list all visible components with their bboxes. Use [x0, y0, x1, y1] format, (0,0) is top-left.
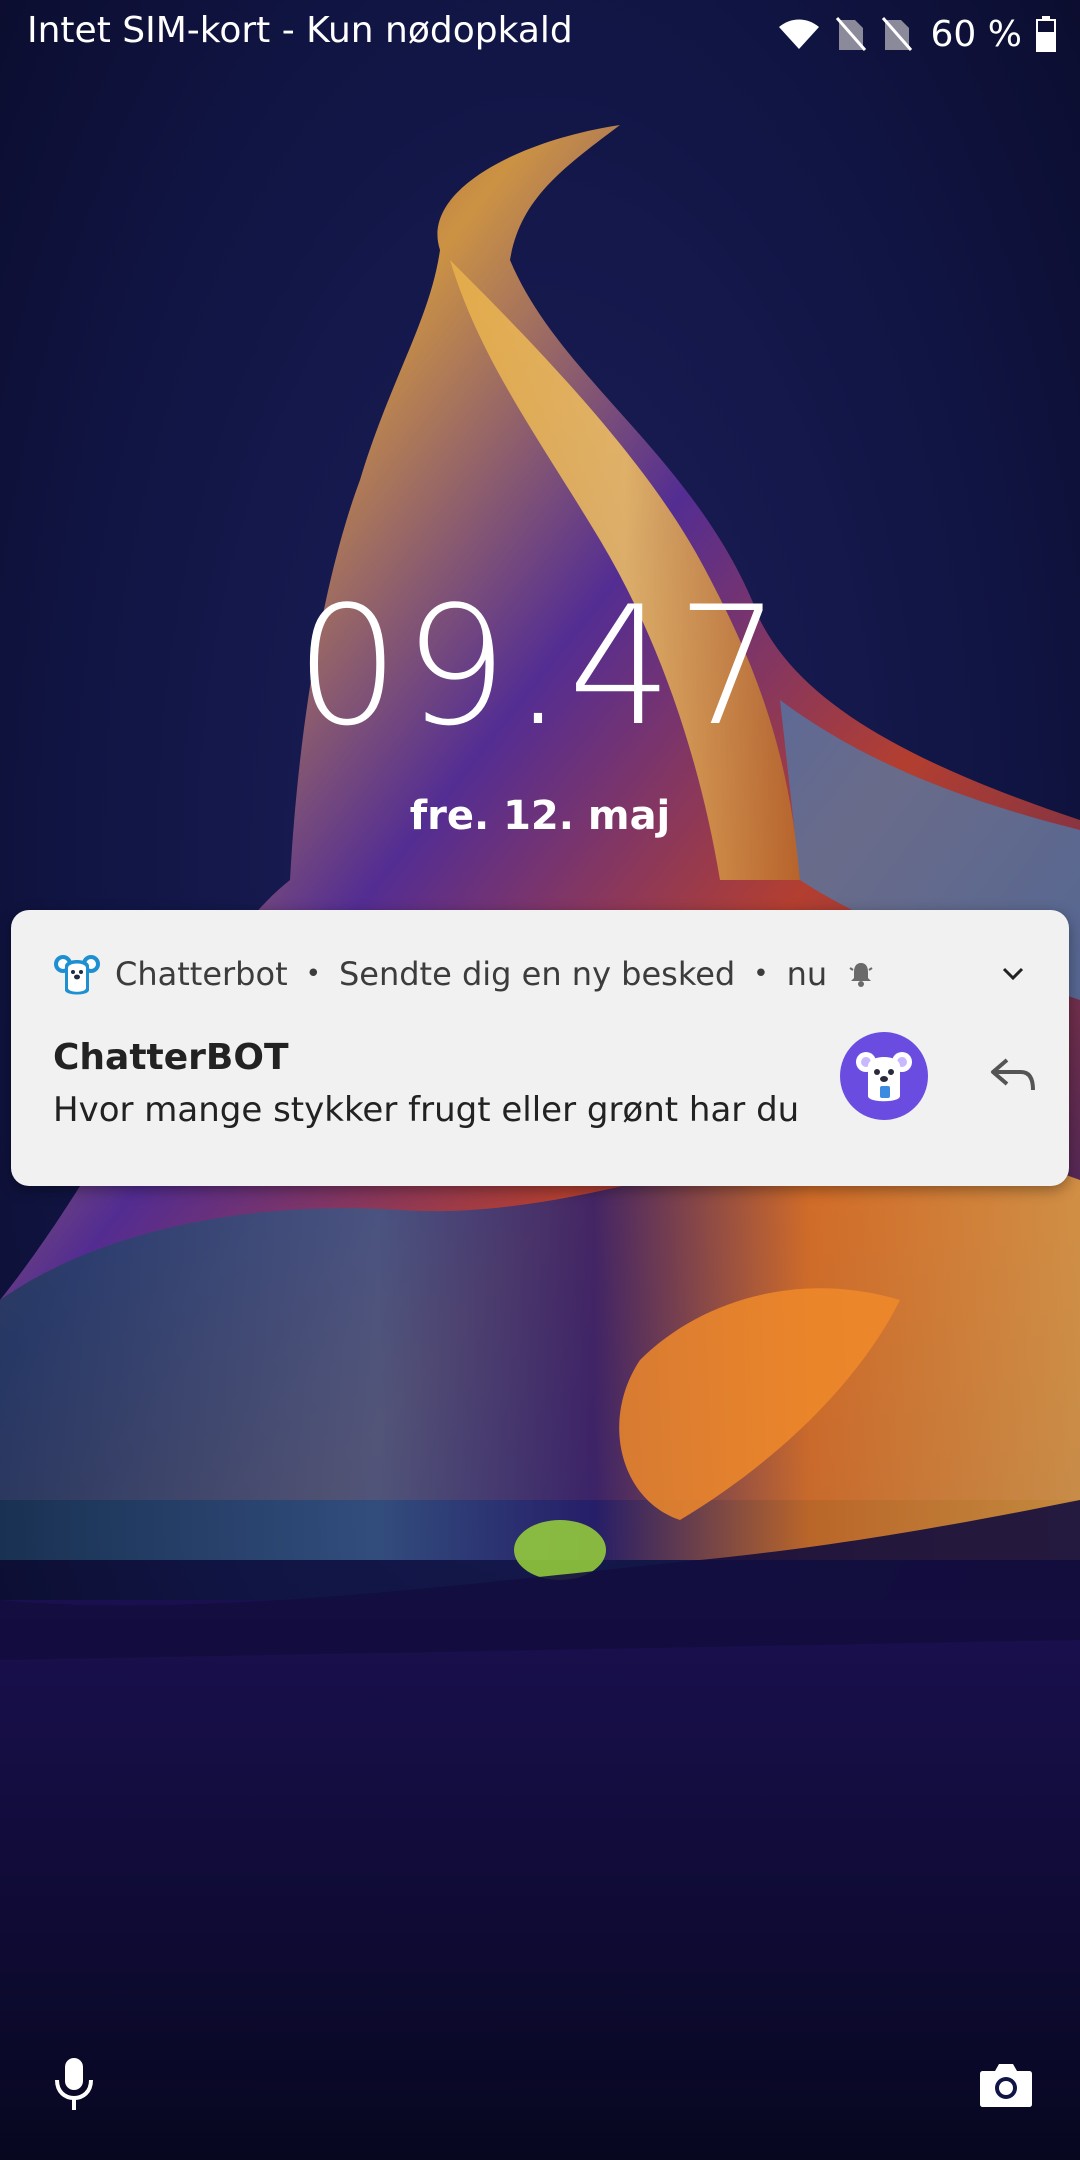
notification-time: nu	[786, 955, 828, 993]
notification-title: ChatterBOT	[53, 1037, 289, 1078]
carrier-status-text: Intet SIM-kort - Kun nødopkald	[27, 10, 573, 51]
koala-app-icon	[53, 950, 101, 998]
status-icons: 60 %	[777, 10, 1056, 58]
wifi-icon	[777, 17, 821, 51]
chevron-down-icon[interactable]	[997, 958, 1029, 990]
lockscreen-clock: 09.47	[295, 571, 785, 762]
camera-icon	[980, 2064, 1032, 2107]
battery-icon	[1036, 16, 1056, 52]
reply-icon	[991, 1058, 1035, 1091]
notification-app-name: Chatterbot	[115, 955, 288, 993]
lockscreen-date: fre. 12. maj	[409, 793, 671, 839]
camera-shortcut-button[interactable]	[976, 2058, 1036, 2110]
reply-button[interactable]	[983, 1044, 1043, 1104]
notification-header: Chatterbot • Sendte dig en ny besked • n…	[53, 950, 875, 998]
notification-subtext: Sendte dig en ny besked	[338, 955, 736, 993]
status-bar: Intet SIM-kort - Kun nødopkald 60 %	[0, 0, 1080, 66]
separator-dot: •	[753, 959, 769, 989]
no-sim-icon	[835, 16, 867, 52]
sender-avatar	[840, 1032, 928, 1120]
koala-avatar-icon	[856, 1052, 912, 1102]
notification-text: Hvor mange stykker frugt eller grønt har…	[53, 1090, 813, 1130]
microphone-icon	[55, 2058, 93, 2110]
separator-dot: •	[305, 959, 321, 989]
voice-assist-button[interactable]	[44, 2052, 104, 2116]
bell-icon	[847, 960, 875, 988]
no-sim-icon	[881, 16, 913, 52]
notification-card[interactable]: Chatterbot • Sendte dig en ny besked • n…	[11, 910, 1069, 1186]
battery-percent: 60 %	[930, 13, 1022, 55]
lock-screen: Intet SIM-kort - Kun nødopkald 60 % 09.4…	[0, 0, 1080, 2160]
